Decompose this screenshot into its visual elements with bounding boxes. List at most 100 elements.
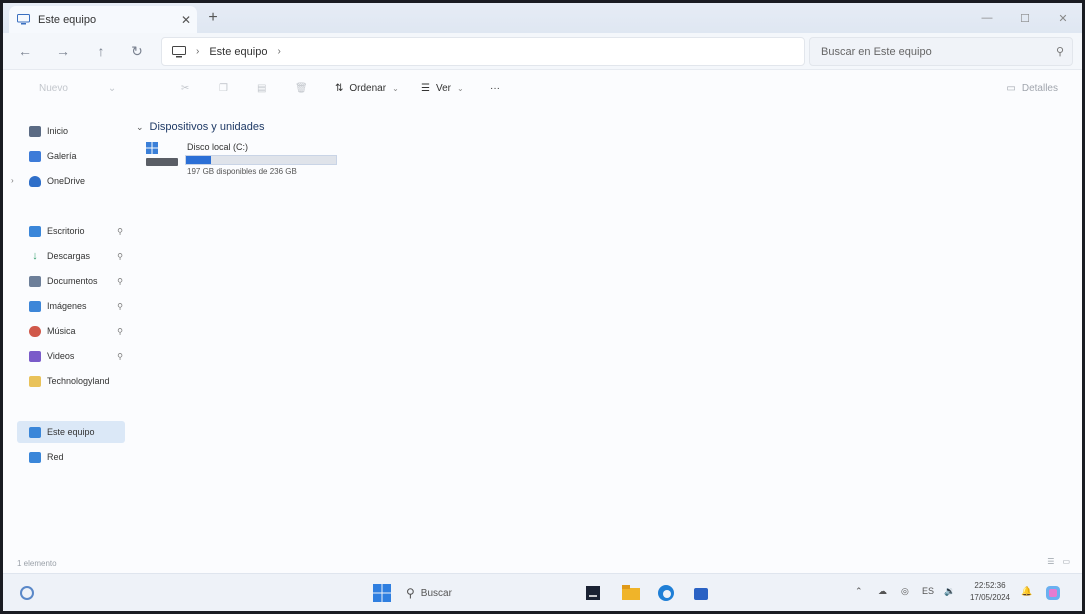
pin-icon[interactable]: ⚲ xyxy=(117,252,123,261)
sidebar-item-galeria[interactable]: Galería xyxy=(17,145,125,167)
onedrive-tray-icon[interactable]: ☁ xyxy=(878,586,887,597)
sidebar-item-technologyland[interactable]: Technologyland xyxy=(17,370,125,392)
group-header[interactable]: ⌄ Dispositivos y unidades xyxy=(136,121,265,133)
group-title: Dispositivos y unidades xyxy=(149,121,265,133)
sidebar-item-descargas[interactable]: ↓ Descargas ⚲ xyxy=(17,245,125,267)
sidebar-item-musica[interactable]: Música ⚲ xyxy=(17,320,125,342)
drive-usage-bar xyxy=(185,155,337,165)
delete-icon[interactable]: 🗑 xyxy=(295,83,308,94)
store-icon[interactable] xyxy=(691,583,711,603)
new-label: Nuevo xyxy=(39,83,68,94)
search-icon: ⚲ xyxy=(406,586,415,600)
drive-name: Disco local (C:) xyxy=(187,142,249,152)
up-icon[interactable]: ↑ xyxy=(91,42,111,60)
chevron-right-icon[interactable]: › xyxy=(196,46,199,57)
volume-icon[interactable]: 🔉 xyxy=(944,586,955,597)
desktop-icon xyxy=(29,225,41,237)
gallery-icon xyxy=(29,150,41,162)
taskbar-search[interactable]: ⚲ Buscar xyxy=(406,583,452,603)
widgets-icon[interactable] xyxy=(17,583,37,603)
search-input[interactable]: Buscar en Este equipo ⚲ xyxy=(809,37,1073,66)
notification-icon[interactable]: 🔔 xyxy=(1021,586,1032,597)
navigation-pane: Inicio Galería › OneDrive Escritorio ⚲ ↓… xyxy=(3,113,129,553)
taskbar-search-label: Buscar xyxy=(420,587,452,599)
copy-icon[interactable]: ❐ xyxy=(219,83,228,94)
pin-icon[interactable]: ⚲ xyxy=(117,277,123,286)
view-toggle: ☰ ▭ xyxy=(1047,557,1070,566)
new-tab-button[interactable]: + xyxy=(203,9,223,27)
new-button[interactable]: Nuevo ⌄ xyxy=(39,83,116,94)
view-label: Ver xyxy=(435,83,451,94)
maximize-icon[interactable]: ☐ xyxy=(1006,3,1044,33)
sidebar-item-inicio[interactable]: Inicio xyxy=(17,120,125,142)
view-icon: ☰ xyxy=(421,83,430,94)
minimize-icon[interactable]: ― xyxy=(968,3,1006,33)
network-icon xyxy=(29,451,41,463)
command-bar: Nuevo ⌄ ✂ ❐ ▤ 🗑 ⇅ Ordenar ⌄ ☰ Ver ⌄ ··· … xyxy=(3,70,1082,110)
pin-icon[interactable]: ⚲ xyxy=(117,352,123,361)
pc-icon xyxy=(17,14,30,25)
forward-icon[interactable]: → xyxy=(53,42,73,60)
start-icon[interactable] xyxy=(372,583,392,603)
refresh-icon[interactable]: ↻ xyxy=(127,42,147,60)
sidebar-item-red[interactable]: Red xyxy=(17,446,125,468)
file-explorer-icon[interactable] xyxy=(621,583,641,603)
item-count: 1 elemento xyxy=(17,559,57,568)
details-button[interactable]: ▭ Detalles xyxy=(1006,83,1058,94)
breadcrumb[interactable]: Este equipo xyxy=(209,46,267,58)
details-icon: ▭ xyxy=(1006,83,1016,94)
chevron-right-icon[interactable]: › xyxy=(11,176,14,185)
sort-button[interactable]: ⇅ Ordenar ⌄ xyxy=(335,83,399,94)
clock[interactable]: 22:52:36 17/05/2024 xyxy=(965,580,1015,604)
copilot-icon[interactable] xyxy=(1043,583,1063,603)
network-tray-icon[interactable]: ◎ xyxy=(901,586,909,597)
sidebar-item-label: Red xyxy=(47,452,64,462)
more-options-button[interactable]: ··· xyxy=(490,83,500,94)
chevron-down-icon: ⌄ xyxy=(392,84,399,93)
sidebar-item-label: Imágenes xyxy=(47,301,87,311)
details-label: Detalles xyxy=(1021,83,1058,94)
address-bar[interactable]: › Este equipo › xyxy=(161,37,805,66)
search-icon: ⚲ xyxy=(1055,46,1065,58)
title-bar: Este equipo ✕ + ― ☐ ✕ xyxy=(3,3,1082,33)
pin-icon[interactable]: ⚲ xyxy=(117,327,123,336)
sidebar-item-documentos[interactable]: Documentos ⚲ xyxy=(17,270,125,292)
close-icon[interactable]: ✕ xyxy=(175,13,197,27)
search-placeholder: Buscar en Este equipo xyxy=(821,45,932,58)
screen: Este equipo ✕ + ― ☐ ✕ ← → ↑ ↻ › Este equ… xyxy=(3,3,1082,611)
drive-c[interactable]: Disco local (C:) 197 GB disponibles de 2… xyxy=(145,140,345,184)
sidebar-item-este-equipo[interactable]: Este equipo xyxy=(17,421,125,443)
sidebar-item-label: Documentos xyxy=(47,276,98,286)
date: 17/05/2024 xyxy=(969,593,1011,602)
sidebar-item-escritorio[interactable]: Escritorio ⚲ xyxy=(17,220,125,242)
view-button[interactable]: ☰ Ver ⌄ xyxy=(421,83,464,94)
tab-este-equipo[interactable]: Este equipo ✕ xyxy=(9,6,197,33)
paste-icon[interactable]: ▤ xyxy=(257,83,266,94)
sidebar-item-onedrive[interactable]: OneDrive xyxy=(17,170,125,192)
videos-icon xyxy=(29,350,41,362)
home-icon xyxy=(29,125,41,137)
sidebar-item-label: Este equipo xyxy=(47,427,95,437)
language-indicator[interactable]: ES xyxy=(922,586,934,596)
sort-icon: ⇅ xyxy=(335,83,344,94)
pictures-icon xyxy=(29,300,41,312)
sidebar-item-label: Videos xyxy=(47,351,75,361)
taskbar: ⚲ Buscar ⌃ ☁ ◎ ES 🔉 22:52:36 17/05/2024 … xyxy=(3,573,1082,611)
details-view-icon[interactable]: ☰ xyxy=(1047,557,1054,566)
drive-icon xyxy=(146,142,178,166)
sort-label: Ordenar xyxy=(349,83,387,94)
sidebar-item-videos[interactable]: Videos ⚲ xyxy=(17,345,125,367)
sidebar-item-imagenes[interactable]: Imágenes ⚲ xyxy=(17,295,125,317)
terminal-icon[interactable] xyxy=(583,583,603,603)
close-window-icon[interactable]: ✕ xyxy=(1044,3,1082,33)
back-icon[interactable]: ← xyxy=(15,42,35,60)
tiles-view-icon[interactable]: ▭ xyxy=(1062,557,1070,566)
cut-icon[interactable]: ✂ xyxy=(181,83,189,94)
chevron-up-icon[interactable]: ⌃ xyxy=(855,586,863,597)
pin-icon[interactable]: ⚲ xyxy=(117,227,123,236)
pin-icon[interactable]: ⚲ xyxy=(117,302,123,311)
sidebar-item-label: Descargas xyxy=(47,251,91,261)
chevron-down-icon[interactable]: ⌄ xyxy=(136,122,144,133)
chevron-right-icon[interactable]: › xyxy=(277,46,280,57)
edge-icon[interactable] xyxy=(656,583,676,603)
